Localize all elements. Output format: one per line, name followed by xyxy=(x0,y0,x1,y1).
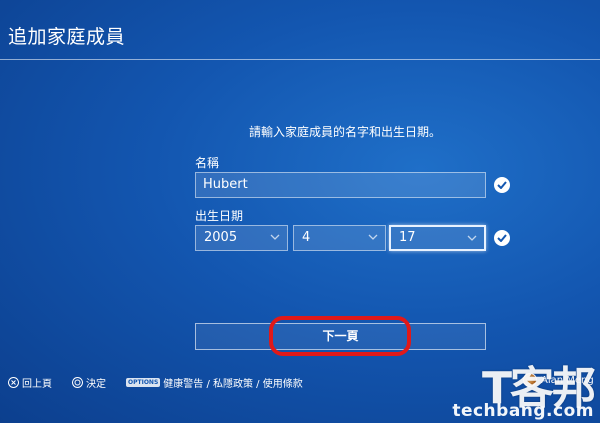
birth-month-select[interactable]: 4 xyxy=(293,225,386,251)
birthdate-valid-check-icon xyxy=(494,230,510,246)
chevron-down-icon xyxy=(270,234,280,240)
birth-year-select[interactable]: 2005 xyxy=(195,225,288,251)
header-divider xyxy=(0,59,600,60)
confirm-hint[interactable]: 決定 xyxy=(72,375,106,390)
chevron-down-icon xyxy=(467,235,477,241)
name-label: 名稱 xyxy=(195,156,220,170)
options-label: 健康警告 / 私隱政策 / 使用條款 xyxy=(163,379,303,390)
confirm-label: 決定 xyxy=(86,379,106,390)
birth-month-value: 4 xyxy=(302,230,311,245)
watermark-site: techbang.com xyxy=(452,401,594,421)
instruction-text: 請輸入家庭成員的名字和出生日期。 xyxy=(248,125,441,139)
cross-button-icon xyxy=(8,377,19,388)
birthdate-label: 出生日期 xyxy=(195,209,244,223)
chevron-down-icon xyxy=(368,234,378,240)
birth-year-value: 2005 xyxy=(204,230,238,245)
header: 追加家庭成員 xyxy=(0,0,600,62)
name-field[interactable]: Hubert xyxy=(195,172,486,198)
options-button-icon: OPTIONS xyxy=(126,378,161,387)
circle-button-icon xyxy=(72,377,83,388)
watermark: T客邦 techbang.com xyxy=(442,352,600,423)
back-hint[interactable]: 回上頁 xyxy=(8,375,52,390)
back-label: 回上頁 xyxy=(22,379,52,390)
next-page-button[interactable]: 下一頁 xyxy=(195,323,486,350)
options-hint[interactable]: OPTIONS 健康警告 / 私隱政策 / 使用條款 xyxy=(126,375,303,390)
page-title: 追加家庭成員 xyxy=(8,26,126,48)
birth-day-select[interactable]: 17 xyxy=(389,225,486,251)
birth-day-value: 17 xyxy=(399,230,416,245)
name-valid-check-icon xyxy=(494,177,510,193)
